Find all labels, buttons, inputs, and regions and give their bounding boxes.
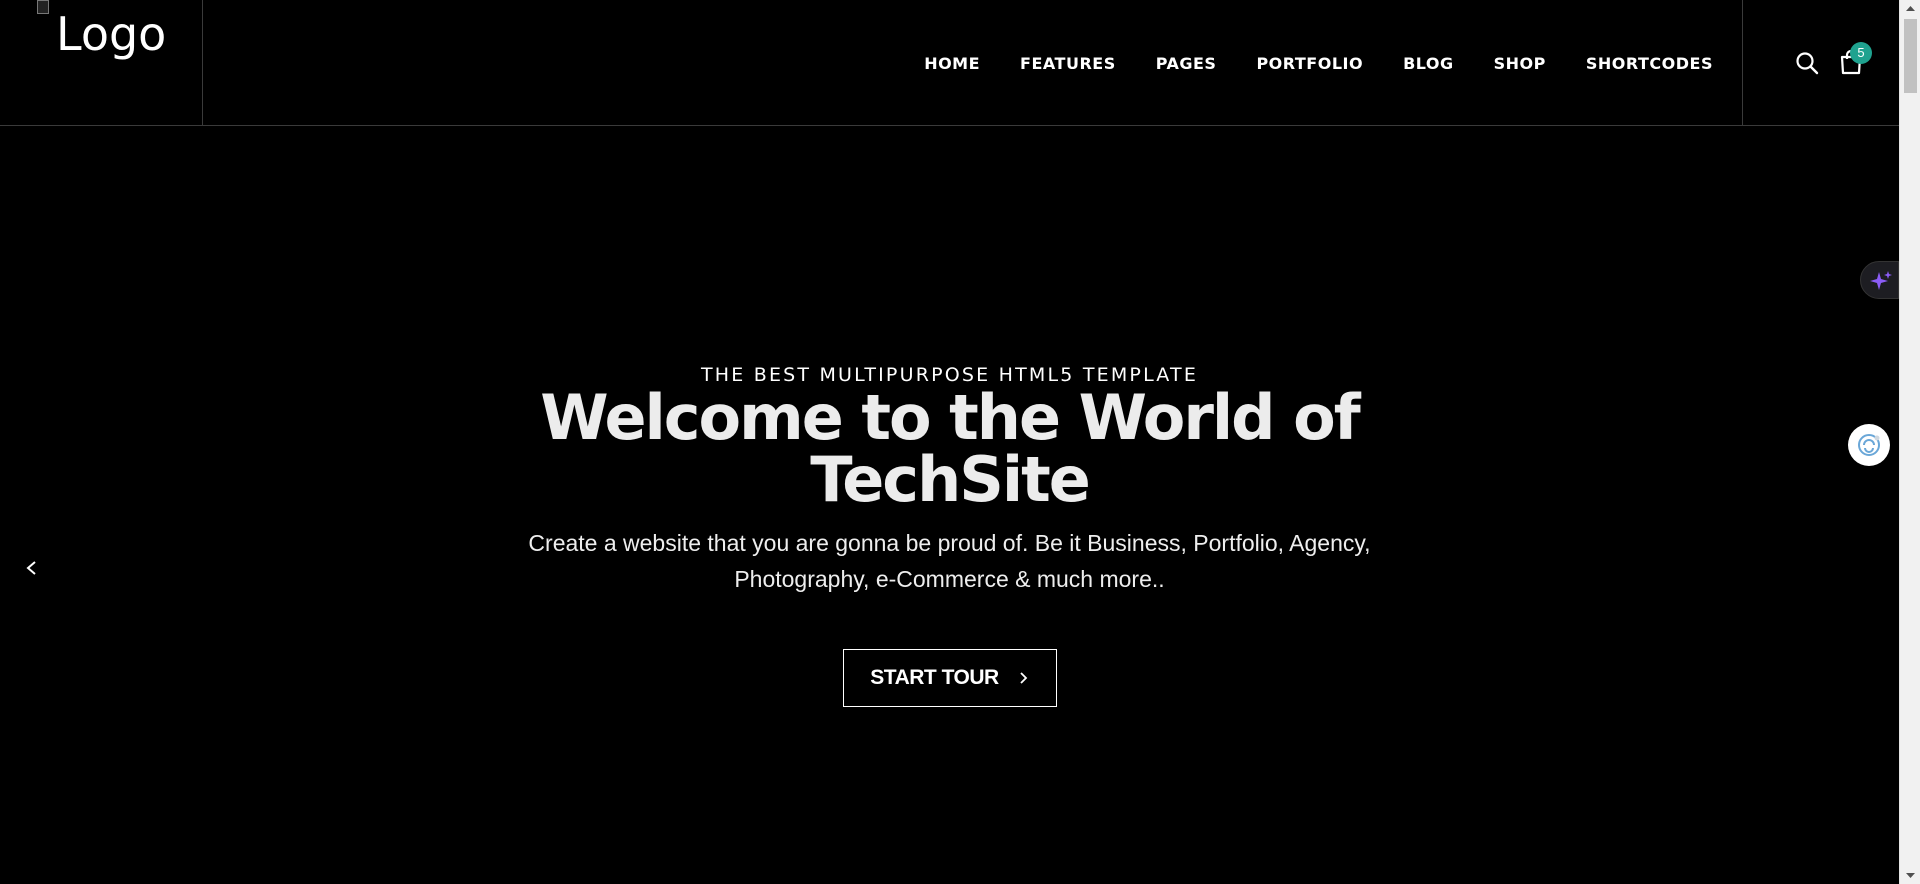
- scroll-up-arrow-icon[interactable]: [1900, 0, 1920, 17]
- scroll-down-arrow-icon[interactable]: [1900, 867, 1920, 884]
- ai-assistant-tab[interactable]: [1860, 261, 1899, 299]
- nav-item-features[interactable]: FEATURES: [1020, 54, 1116, 73]
- page: Logo HOME FEATURES PAGES PORTFOLIO BLOG …: [0, 0, 1899, 884]
- hero-headline: Welcome to the World of TechSite: [540, 381, 1360, 516]
- nav-item-shortcodes[interactable]: SHORTCODES: [1586, 54, 1713, 73]
- start-tour-label: START TOUR: [870, 666, 999, 689]
- logo-container[interactable]: Logo: [0, 0, 203, 126]
- nav-item-shop[interactable]: SHOP: [1494, 54, 1546, 73]
- hero-slider: THE BEST MULTIPURPOSE HTML5 TEMPLATE Wel…: [0, 127, 1899, 884]
- broken-image-icon: [37, 0, 49, 14]
- search-icon[interactable]: [1795, 51, 1819, 75]
- logo[interactable]: Logo: [56, 6, 166, 62]
- site-header: Logo HOME FEATURES PAGES PORTFOLIO BLOG …: [0, 0, 1899, 126]
- sparkles-icon: [1870, 271, 1892, 290]
- header-actions: 5: [1742, 0, 1899, 126]
- nav-item-home[interactable]: HOME: [924, 54, 980, 73]
- vertical-scrollbar[interactable]: [1899, 0, 1920, 884]
- chat-assistant-icon: [1858, 434, 1880, 456]
- hero-subtext: Create a website that you are gonna be p…: [528, 530, 1371, 592]
- nav-item-blog[interactable]: BLOG: [1403, 54, 1454, 73]
- start-tour-button[interactable]: START TOUR: [842, 649, 1057, 707]
- nav-item-portfolio[interactable]: PORTFOLIO: [1256, 54, 1363, 73]
- chat-assistant-button[interactable]: [1848, 424, 1890, 466]
- chevron-right-icon: [1020, 672, 1027, 684]
- nav-item-pages[interactable]: PAGES: [1156, 54, 1217, 73]
- main-nav: HOME FEATURES PAGES PORTFOLIO BLOG SHOP …: [884, 0, 1713, 126]
- hero-content: THE BEST MULTIPURPOSE HTML5 TEMPLATE Wel…: [0, 363, 1899, 707]
- cart-count-badge: 5: [1850, 42, 1872, 64]
- scrollbar-thumb[interactable]: [1904, 19, 1917, 93]
